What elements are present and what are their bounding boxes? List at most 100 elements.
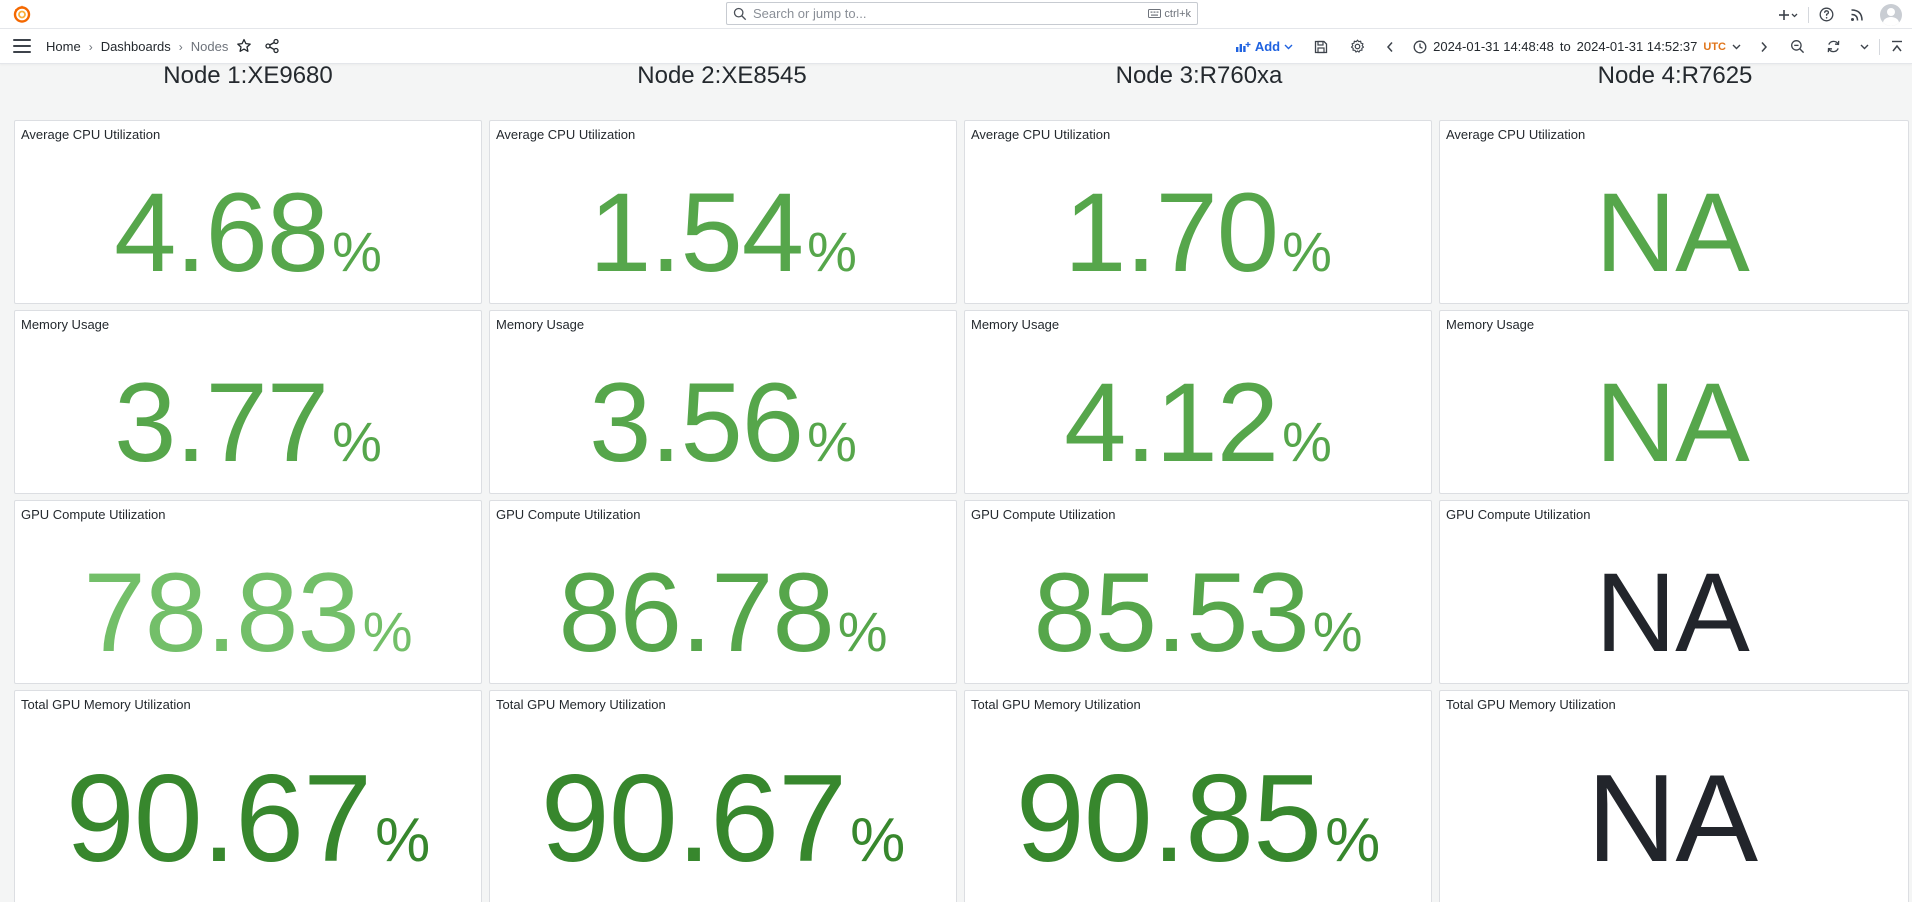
- node-2-title: Node 2:XE8545: [637, 62, 807, 89]
- profile-button[interactable]: [1872, 0, 1912, 29]
- stat-panel[interactable]: Average CPU Utilization 1.70%: [964, 120, 1432, 304]
- time-to: 2024-01-31 14:52:37: [1576, 39, 1698, 54]
- add-button[interactable]: Add: [1225, 39, 1303, 54]
- stat-panel[interactable]: Memory Usage NA: [1439, 310, 1909, 494]
- dashboard-controls: Add 2024-01-31 14:48:48 to 2024-01-31 14…: [1225, 29, 1912, 64]
- time-range-picker[interactable]: 2024-01-31 14:48:48 to 2024-01-31 14:52:…: [1405, 39, 1749, 54]
- stat-panel[interactable]: GPU Compute Utilization 85.53%: [964, 500, 1432, 684]
- zoom-out-icon: [1790, 40, 1804, 54]
- breadcrumb-dashboards[interactable]: Dashboards: [101, 39, 171, 54]
- panel-title: GPU Compute Utilization: [21, 507, 166, 522]
- stat-value: 3.56%: [589, 360, 857, 485]
- panel-title: Average CPU Utilization: [496, 127, 636, 142]
- time-from: 2024-01-31 14:48:48: [1433, 39, 1554, 54]
- help-button[interactable]: [1811, 0, 1842, 29]
- stat-value: 78.83%: [83, 550, 413, 675]
- panel-title: GPU Compute Utilization: [1446, 507, 1591, 522]
- search-input[interactable]: Search or jump to... ctrl+k: [726, 2, 1198, 25]
- panel-title: Total GPU Memory Utilization: [21, 697, 191, 712]
- clock-icon: [1413, 40, 1427, 53]
- panel-title: Average CPU Utilization: [21, 127, 161, 142]
- search-shortcut-label: ctrl+k: [1164, 7, 1191, 20]
- new-menu-button[interactable]: [1770, 0, 1806, 29]
- stat-panel[interactable]: Average CPU Utilization NA: [1439, 120, 1909, 304]
- node-4-title: Node 4:R7625: [1597, 62, 1753, 89]
- dashboard-settings-button[interactable]: [1339, 29, 1375, 64]
- chevron-right-icon: ›: [178, 39, 183, 54]
- breadcrumb: Home › Dashboards › Nodes: [46, 29, 228, 64]
- refresh-interval-button[interactable]: [1851, 29, 1877, 64]
- chevron-down-icon: [1732, 44, 1741, 49]
- stat-value: 3.77%: [114, 360, 382, 485]
- panel-title: GPU Compute Utilization: [971, 507, 1116, 522]
- stat-value: 4.68%: [114, 170, 382, 295]
- stat-value: 1.54%: [589, 170, 857, 295]
- panel-title: Memory Usage: [971, 317, 1060, 332]
- refresh-button[interactable]: [1815, 29, 1851, 64]
- stat-panel[interactable]: Memory Usage 3.77%: [14, 310, 482, 494]
- node-1-title: Node 1:XE9680: [163, 62, 333, 89]
- stat-panel[interactable]: Total GPU Memory Utilization 90.67%: [489, 690, 957, 902]
- stat-panel[interactable]: Average CPU Utilization 4.68%: [14, 120, 482, 304]
- save-dashboard-button[interactable]: [1303, 29, 1339, 64]
- panel-title: Memory Usage: [496, 317, 585, 332]
- rss-icon: [1851, 8, 1863, 21]
- chevron-right-icon: ›: [88, 39, 93, 54]
- star-icon[interactable]: [236, 38, 252, 54]
- chevron-down-icon: [1284, 44, 1293, 49]
- top-bar: Search or jump to... ctrl+k: [0, 0, 1912, 29]
- panel-title: Memory Usage: [21, 317, 110, 332]
- stat-panel[interactable]: Memory Usage 3.56%: [489, 310, 957, 494]
- stat-value: 90.67%: [540, 750, 906, 888]
- plus-icon: [1779, 9, 1798, 20]
- panel-title: Average CPU Utilization: [971, 127, 1111, 142]
- stat-panel[interactable]: Total GPU Memory Utilization NA: [1439, 690, 1909, 902]
- stat-panel[interactable]: GPU Compute Utilization 78.83%: [14, 500, 482, 684]
- stat-panel[interactable]: Total GPU Memory Utilization 90.67%: [14, 690, 482, 902]
- panel-title: Average CPU Utilization: [1446, 127, 1586, 142]
- user-avatar-icon: [1880, 3, 1902, 26]
- divider: [1879, 38, 1880, 55]
- node-titles-row: Node 1:XE9680 Node 2:XE8545 Node 3:R760x…: [0, 62, 1912, 94]
- stat-value: 86.78%: [558, 550, 888, 675]
- stat-panel[interactable]: Average CPU Utilization 1.54%: [489, 120, 957, 304]
- stat-panel[interactable]: GPU Compute Utilization NA: [1439, 500, 1909, 684]
- stat-value: 90.85%: [1015, 750, 1381, 888]
- collapse-toolbar-button[interactable]: [1882, 29, 1912, 64]
- time-to-word: to: [1559, 39, 1571, 54]
- node-3-title: Node 3:R760xa: [1115, 62, 1283, 89]
- share-icon[interactable]: [264, 38, 280, 54]
- gear-icon: [1350, 39, 1364, 53]
- news-button[interactable]: [1842, 0, 1872, 29]
- zoom-out-button[interactable]: [1779, 29, 1815, 64]
- grafana-logo-icon[interactable]: [12, 4, 32, 24]
- add-panel-icon: [1235, 41, 1251, 52]
- breadcrumb-home[interactable]: Home: [46, 39, 81, 54]
- search-placeholder: Search or jump to...: [753, 6, 867, 21]
- panel-title: GPU Compute Utilization: [496, 507, 641, 522]
- panel-title: Total GPU Memory Utilization: [496, 697, 666, 712]
- stat-value: 1.70%: [1064, 170, 1332, 295]
- timezone-label: UTC: [1703, 40, 1726, 53]
- dashboard-nav-bar: Home › Dashboards › Nodes Add 2024-01-31…: [0, 29, 1912, 64]
- stat-panel[interactable]: GPU Compute Utilization 86.78%: [489, 500, 957, 684]
- help-icon: [1819, 7, 1834, 22]
- stat-panel[interactable]: Total GPU Memory Utilization 90.85%: [964, 690, 1432, 902]
- stat-value: NA: [1595, 550, 1750, 675]
- chevron-up-icon: [1892, 40, 1902, 51]
- panel-title: Total GPU Memory Utilization: [1446, 697, 1616, 712]
- stat-value: 85.53%: [1033, 550, 1363, 675]
- menu-icon[interactable]: [13, 39, 31, 53]
- time-back-button[interactable]: [1375, 29, 1405, 64]
- stat-value: NA: [1586, 750, 1758, 888]
- time-forward-button[interactable]: [1749, 29, 1779, 64]
- panel-title: Memory Usage: [1446, 317, 1535, 332]
- chevron-down-icon: [1860, 44, 1868, 49]
- stat-value: 90.67%: [65, 750, 431, 888]
- breadcrumb-current: Nodes: [190, 39, 229, 54]
- stat-panel[interactable]: Memory Usage 4.12%: [964, 310, 1432, 494]
- stat-value: 4.12%: [1064, 360, 1332, 485]
- stat-value: NA: [1595, 170, 1750, 295]
- keyboard-icon: [1148, 9, 1162, 18]
- add-button-label: Add: [1254, 39, 1281, 54]
